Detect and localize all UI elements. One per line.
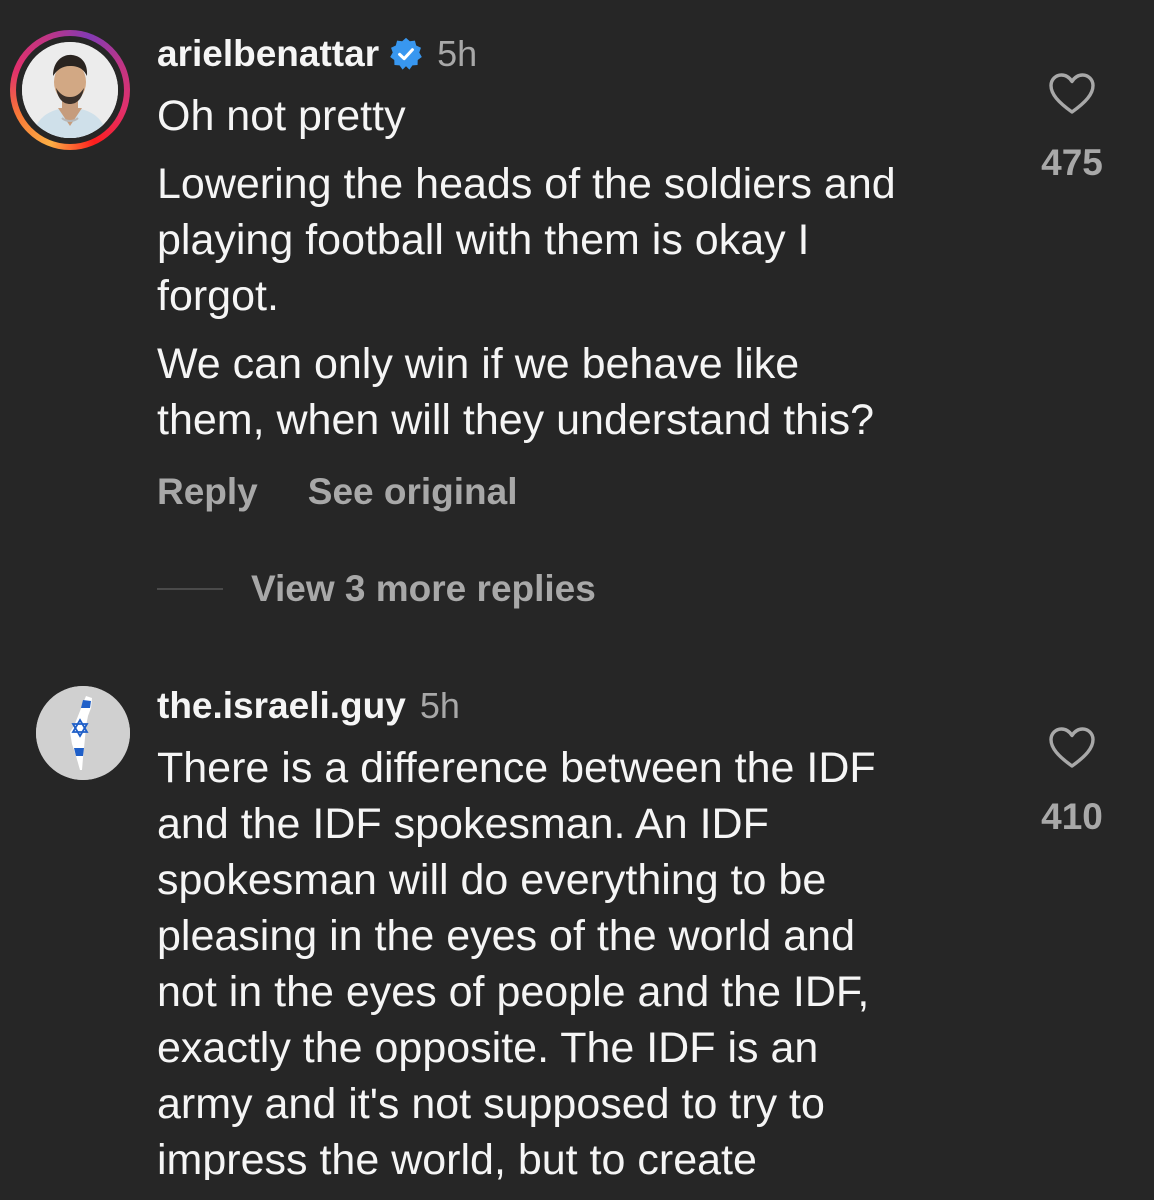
profile-photo-icon [22,42,118,138]
verified-badge-icon [389,37,423,71]
see-original-button[interactable]: See original [308,471,518,513]
comment-username[interactable]: arielbenattar [157,33,379,75]
heart-icon[interactable] [1048,72,1096,116]
comment-actions: Reply See original [157,466,518,518]
comment-line: Oh not pretty [157,92,406,140]
comment-line: spokesman will do everything to be [157,856,827,904]
israel-map-flag-icon [36,686,130,780]
comment-text: There is a difference between the IDF an… [157,740,876,1188]
comment-timestamp: 5h [419,685,460,726]
comment-line: pleasing in the eyes of the world and [157,912,856,960]
comment-timestamp: 5h [437,33,478,74]
comment-line: them, when will they understand this? [157,396,875,444]
reply-button[interactable]: Reply [157,471,258,513]
comment-text: Oh not pretty [157,88,406,144]
heart-icon[interactable] [1048,726,1096,770]
like-count: 475 [1041,142,1103,183]
avatar[interactable] [10,30,130,150]
view-more-replies-button[interactable]: View 3 more replies [251,568,596,610]
comment-text: We can only win if we behave like them, … [157,336,874,448]
divider [157,588,223,590]
comment-line: exactly the opposite. The IDF is an [157,1024,819,1072]
like-count: 410 [1041,796,1103,837]
comment-line: and the IDF spokesman. An IDF [157,800,769,848]
comment-line: playing football with them is okay I [157,216,810,264]
comment-line: forgot. [157,272,279,320]
comment-line: not in the eyes of people and the IDF, [157,968,870,1016]
like-control: 475 [1030,72,1114,184]
comment-line: army and it's not supposed to try to [157,1080,825,1128]
comment-line: There is a difference between the IDF [157,744,876,792]
avatar[interactable] [36,686,130,780]
view-replies-row[interactable]: View 3 more replies [157,562,596,616]
like-control: 410 [1030,726,1114,838]
scroll-edge [0,1180,1154,1200]
comment-line: Lowering the heads of the soldiers and [157,160,896,208]
comment-line: We can only win if we behave like [157,340,800,388]
comment-username[interactable]: the.israeli.guy [157,685,406,727]
comment-text: Lowering the heads of the soldiers and p… [157,156,896,324]
